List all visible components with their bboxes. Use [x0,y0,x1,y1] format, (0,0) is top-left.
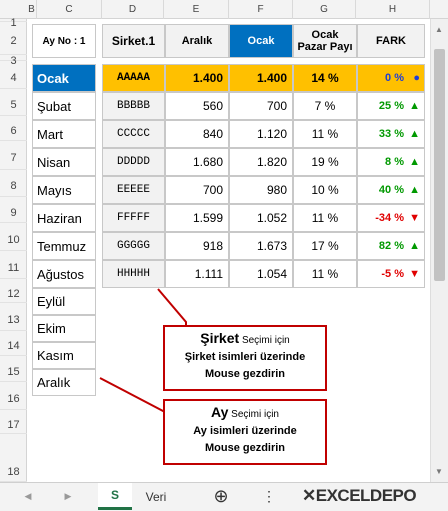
logo-text: EXCELDEPO [315,486,417,505]
callout-company-pointer [157,288,187,326]
logo: ✕EXCELDEPO [302,486,417,505]
prev-sheet-icon[interactable]: ◀ [20,483,36,510]
more-options-icon[interactable]: ⋮ [262,483,276,510]
callout-company-suffix: Seçimi için [239,335,290,346]
callout-company-title: Şirket [200,330,240,346]
callout-month-suffix: Seçimi için [228,409,279,420]
callout-company-line3: Mouse gezdirin [204,368,286,380]
next-sheet-icon[interactable]: ▶ [60,483,76,510]
tab-veri[interactable]: Veri [136,483,176,510]
tab-s[interactable]: S [98,483,132,510]
add-sheet-icon[interactable]: ⊕ [208,483,234,510]
callout-month-title: Ay [211,404,229,420]
callout-company: Şirket Seçimi için Şirket isimleri üzeri… [163,325,327,391]
callout-month: Ay Seçimi için Ay isimleri üzerinde Mous… [163,399,327,465]
callout-month-line2: Ay isimleri üzerinde [193,425,297,437]
callout-company-line2: Şirket isimleri üzerinde [184,351,306,363]
sheet-tab-bar: ◀ ▶ S Veri ⊕ ⋮ ✕EXCELDEPO [0,482,448,511]
callout-month-line3: Mouse gezdirin [204,442,286,454]
